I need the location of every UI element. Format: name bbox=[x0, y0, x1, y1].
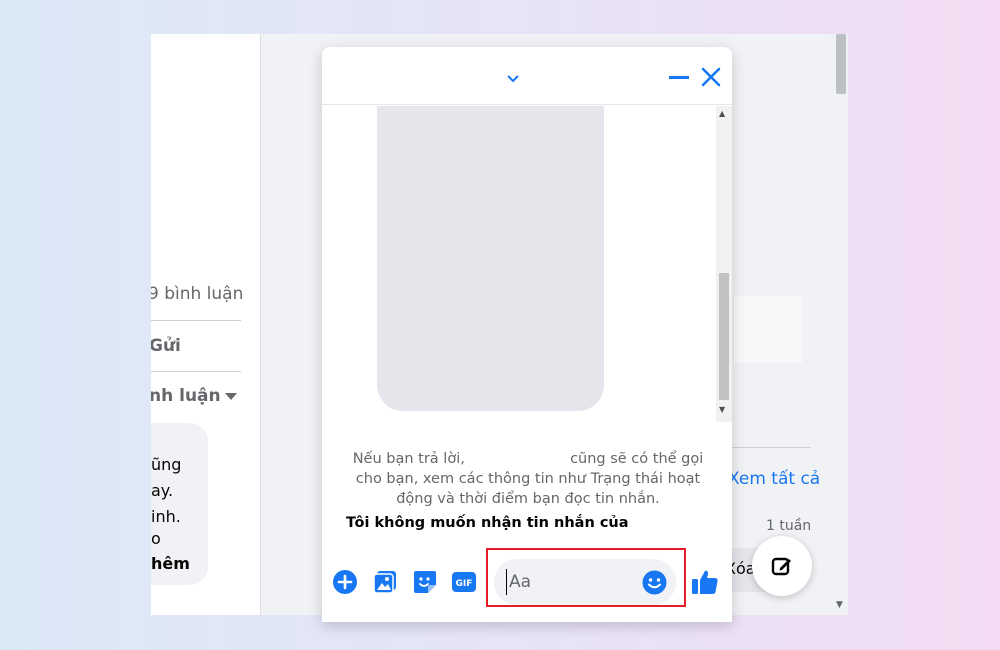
gif-icon: GIF bbox=[452, 572, 476, 592]
plus-circle-icon bbox=[333, 570, 357, 594]
send-button[interactable]: Gửi bbox=[151, 336, 181, 356]
emoji-button[interactable] bbox=[642, 570, 667, 599]
divider bbox=[151, 371, 241, 372]
message-input-container[interactable] bbox=[494, 559, 676, 605]
blank-card bbox=[734, 296, 802, 363]
minimize-icon[interactable] bbox=[668, 67, 690, 91]
scroll-down-arrow-icon[interactable]: ▼ bbox=[836, 600, 843, 610]
sticker-button[interactable] bbox=[412, 569, 438, 595]
divider bbox=[151, 320, 241, 321]
caret-down-icon[interactable] bbox=[225, 393, 237, 400]
comment-text: o bbox=[151, 529, 161, 548]
notice-text: Nếu bạn trả lời, bbox=[352, 451, 465, 467]
chat-header bbox=[322, 47, 732, 105]
comment-bubble: ũng ay. inh. o hêm bbox=[151, 423, 208, 585]
chat-scrollbar-thumb[interactable] bbox=[719, 273, 729, 400]
decline-messages-link[interactable]: Tôi không muốn nhận tin nhắn của bbox=[346, 515, 629, 531]
attach-image-button[interactable] bbox=[372, 569, 398, 595]
timestamp: 1 tuần bbox=[766, 518, 812, 534]
svg-text:GIF: GIF bbox=[456, 579, 473, 589]
thumbs-up-icon bbox=[692, 570, 718, 594]
chevron-down-icon[interactable] bbox=[506, 69, 520, 88]
chat-window: ▲ ▼ Nếu bạn trả lời, cũng sẽ có thể gọi … bbox=[322, 47, 732, 622]
page-scrollbar-thumb[interactable] bbox=[836, 34, 846, 94]
comment-sort-dropdown[interactable]: nh luận bbox=[151, 386, 221, 406]
see-all-link[interactable]: Xem tất cả bbox=[728, 469, 820, 489]
message-input[interactable] bbox=[506, 569, 636, 595]
profile-image-placeholder bbox=[377, 106, 604, 411]
send-like-button[interactable] bbox=[690, 567, 720, 601]
more-actions-button[interactable] bbox=[332, 569, 358, 595]
gif-button[interactable]: GIF bbox=[451, 569, 477, 595]
new-message-button[interactable] bbox=[752, 536, 812, 596]
message-request-notice: Nếu bạn trả lời, cũng sẽ có thể gọi cho … bbox=[338, 449, 718, 509]
divider bbox=[727, 447, 811, 448]
comment-text: inh. bbox=[151, 507, 181, 526]
page-scrollbar[interactable] bbox=[834, 34, 848, 615]
comment-text: ay. bbox=[151, 481, 174, 500]
post-card: 9 bình luận Gửi nh luận ũng ay. inh. o h… bbox=[151, 34, 261, 615]
comments-count[interactable]: 9 bình luận bbox=[151, 284, 243, 304]
close-icon[interactable] bbox=[700, 66, 722, 92]
image-icon bbox=[373, 571, 396, 594]
message-composer: GIF bbox=[322, 550, 732, 622]
scroll-up-arrow-icon[interactable]: ▲ bbox=[719, 109, 725, 118]
compose-icon bbox=[771, 557, 791, 576]
emoji-icon bbox=[642, 570, 667, 595]
sticker-icon bbox=[414, 571, 436, 593]
comment-text: ũng bbox=[151, 455, 182, 474]
scroll-down-arrow-icon[interactable]: ▼ bbox=[719, 405, 725, 414]
see-more-link[interactable]: hêm bbox=[151, 554, 190, 573]
